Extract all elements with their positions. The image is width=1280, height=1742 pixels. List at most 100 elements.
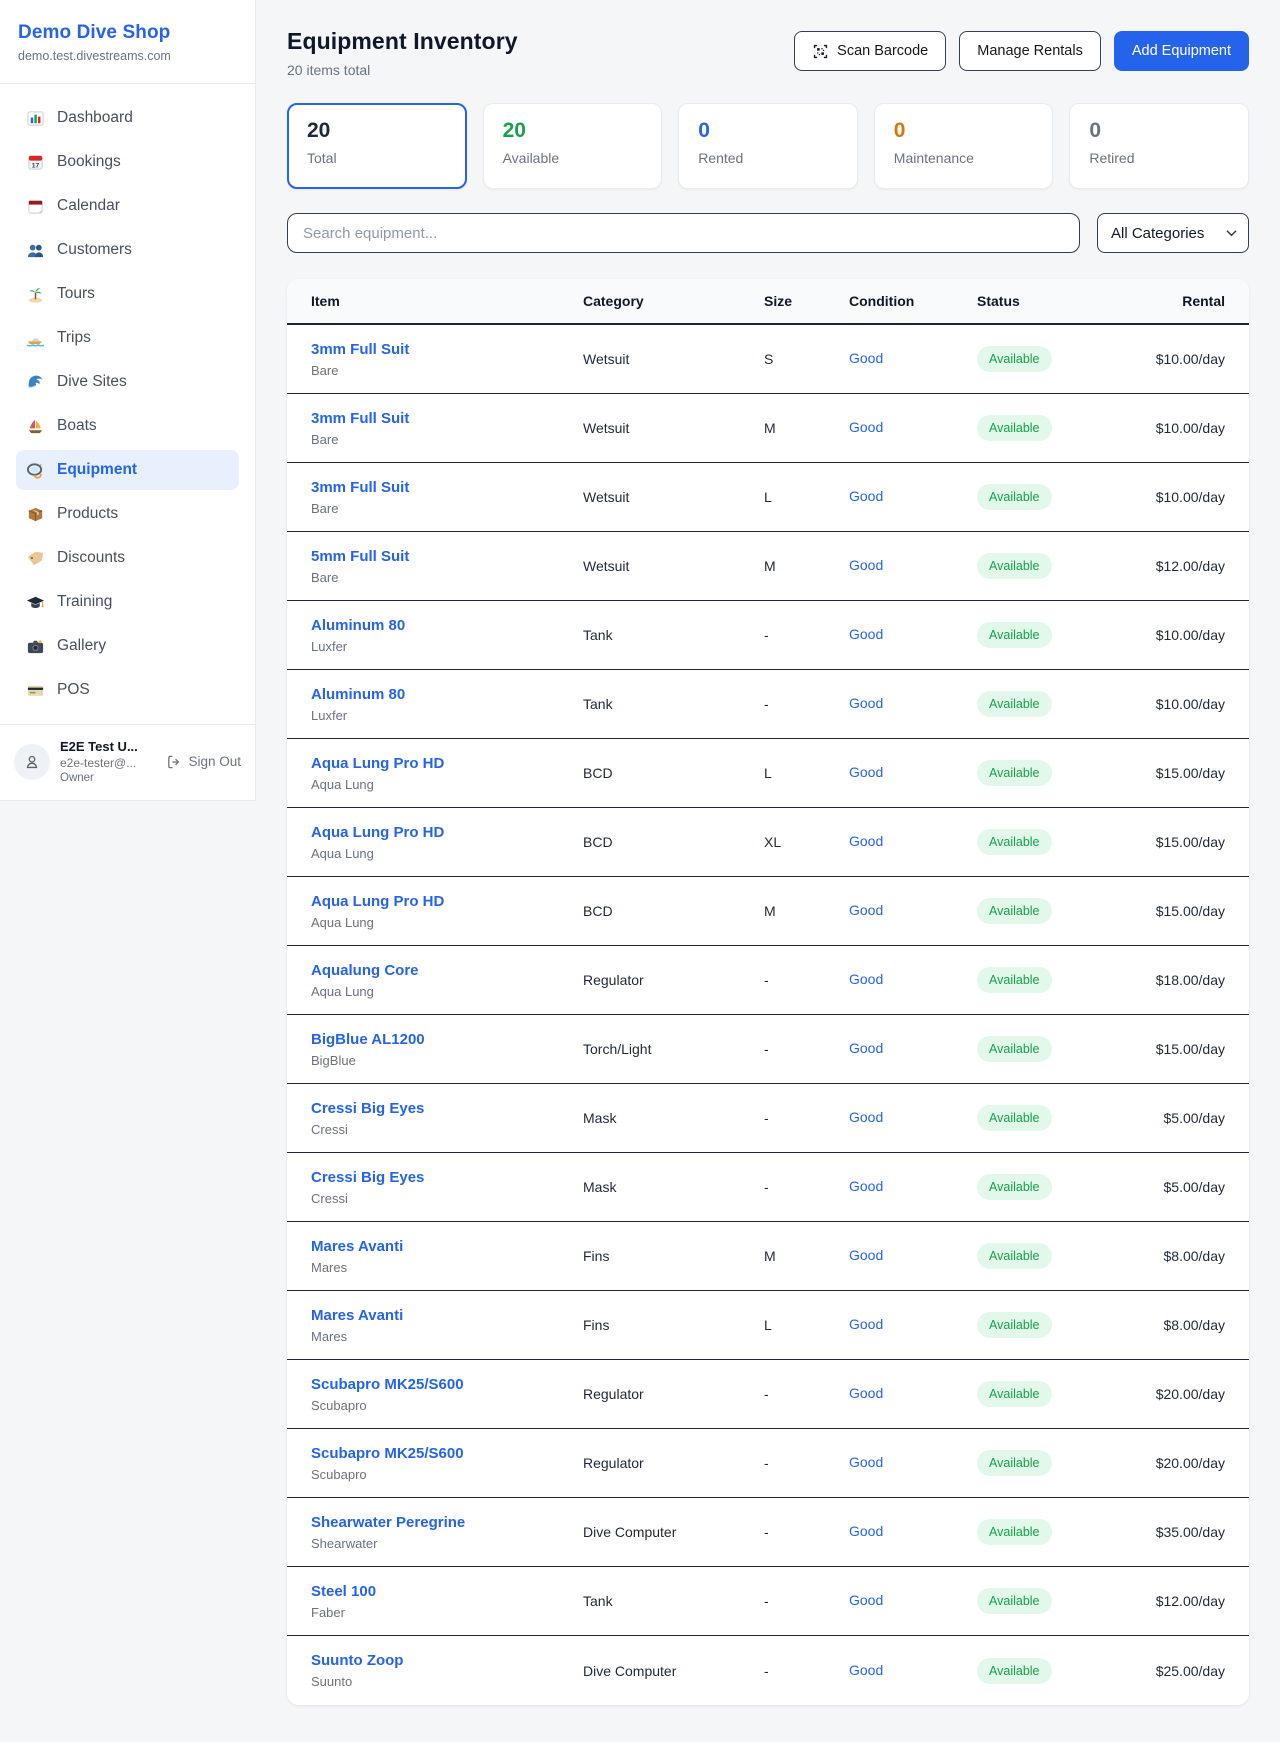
item-name-link[interactable]: Aqua Lung Pro HD	[311, 755, 444, 772]
item-name-link[interactable]: Cressi Big Eyes	[311, 1100, 424, 1117]
sidebar-item-bookings[interactable]: 17 Bookings	[16, 142, 239, 182]
item-category: Regulator	[583, 1455, 764, 1471]
sidebar-item-trips[interactable]: Trips	[16, 318, 239, 358]
table-header-row: Item Category Size Condition Status Rent…	[287, 279, 1249, 325]
condition-link[interactable]: Good	[849, 419, 883, 435]
rental-price: $10.00/day	[1127, 489, 1225, 505]
sidebar-item-equipment[interactable]: Equipment	[16, 450, 239, 490]
table-row: Aluminum 80 Luxfer Tank - Good Available…	[287, 670, 1249, 739]
sign-out-button[interactable]: Sign Out	[166, 754, 241, 770]
sidebar-item-calendar[interactable]: Calendar	[16, 186, 239, 226]
item-name-link[interactable]: 3mm Full Suit	[311, 341, 409, 358]
item-name-link[interactable]: Scubapro MK25/S600	[311, 1376, 464, 1393]
item-name-link[interactable]: Mares Avanti	[311, 1238, 403, 1255]
condition-link[interactable]: Good	[849, 1109, 883, 1125]
table-row: Steel 100 Faber Tank - Good Available $1…	[287, 1567, 1249, 1636]
item-cell: Cressi Big Eyes Cressi	[311, 1100, 583, 1137]
condition-link[interactable]: Good	[849, 764, 883, 780]
condition-link[interactable]: Good	[849, 1385, 883, 1401]
sidebar-item-pos[interactable]: POS	[16, 670, 239, 710]
app-root: Demo Dive Shop demo.test.divestreams.com…	[0, 0, 1280, 1737]
item-size: -	[764, 1593, 849, 1609]
item-name-link[interactable]: 5mm Full Suit	[311, 548, 409, 565]
item-name-link[interactable]: Cressi Big Eyes	[311, 1169, 424, 1186]
sidebar-item-dive-sites[interactable]: Dive Sites	[16, 362, 239, 402]
condition-link[interactable]: Good	[849, 1316, 883, 1332]
sidebar-item-boats[interactable]: Boats	[16, 406, 239, 446]
item-name-link[interactable]: Aqua Lung Pro HD	[311, 893, 444, 910]
condition-link[interactable]: Good	[849, 626, 883, 642]
sidebar-item-tours[interactable]: Tours	[16, 274, 239, 314]
category-select[interactable]: All Categories	[1097, 213, 1249, 253]
grad-cap-icon	[26, 593, 45, 612]
item-name-link[interactable]: Aqua Lung Pro HD	[311, 824, 444, 841]
item-name-link[interactable]: Aluminum 80	[311, 686, 405, 703]
condition-link[interactable]: Good	[849, 971, 883, 987]
item-name-link[interactable]: Steel 100	[311, 1583, 376, 1600]
condition-link[interactable]: Good	[849, 350, 883, 366]
table-row: Scubapro MK25/S600 Scubapro Regulator - …	[287, 1429, 1249, 1498]
item-name-link[interactable]: 3mm Full Suit	[311, 410, 409, 427]
item-name-link[interactable]: Mares Avanti	[311, 1307, 403, 1324]
status-badge: Available	[977, 1174, 1052, 1200]
add-equipment-button[interactable]: Add Equipment	[1114, 31, 1249, 71]
item-size: -	[764, 1455, 849, 1471]
item-category: Torch/Light	[583, 1041, 764, 1057]
stat-card-retired[interactable]: 0 Retired	[1069, 103, 1249, 189]
condition-link[interactable]: Good	[849, 557, 883, 573]
condition-link[interactable]: Good	[849, 1523, 883, 1539]
condition-link[interactable]: Good	[849, 1040, 883, 1056]
item-brand: Mares	[311, 1260, 583, 1275]
stat-card-available[interactable]: 20 Available	[483, 103, 663, 189]
user-info: E2E Test U... e2e-tester@... Owner	[60, 739, 156, 784]
item-brand: Bare	[311, 432, 583, 447]
sidebar-nav: Dashboard 17 Bookings Calendar Customers…	[0, 84, 255, 724]
item-category: BCD	[583, 834, 764, 850]
sidebar-item-dashboard[interactable]: Dashboard	[16, 98, 239, 138]
tag-icon	[26, 549, 45, 568]
rental-price: $12.00/day	[1127, 558, 1225, 574]
sidebar-item-label: Dashboard	[57, 109, 133, 127]
rental-price: $20.00/day	[1127, 1386, 1225, 1402]
condition-link[interactable]: Good	[849, 1662, 883, 1678]
column-header-category: Category	[583, 293, 764, 309]
item-name-link[interactable]: BigBlue AL1200	[311, 1031, 425, 1048]
palm-island-icon	[26, 285, 45, 304]
manage-rentals-button[interactable]: Manage Rentals	[959, 31, 1101, 71]
brand-name: Demo Dive Shop	[18, 22, 235, 44]
condition-link[interactable]: Good	[849, 695, 883, 711]
sidebar-item-training[interactable]: Training	[16, 582, 239, 622]
scan-barcode-button[interactable]: Scan Barcode	[794, 31, 946, 71]
page-header: Equipment Inventory 20 items total Scan …	[287, 28, 1249, 78]
status-badge: Available	[977, 1105, 1052, 1131]
status-badge: Available	[977, 1450, 1052, 1476]
sidebar-item-gallery[interactable]: Gallery	[16, 626, 239, 666]
condition-link[interactable]: Good	[849, 833, 883, 849]
sidebar-item-products[interactable]: Products	[16, 494, 239, 534]
search-input[interactable]	[287, 213, 1080, 253]
stat-card-maintenance[interactable]: 0 Maintenance	[874, 103, 1054, 189]
sidebar-item-customers[interactable]: Customers	[16, 230, 239, 270]
condition-link[interactable]: Good	[849, 1178, 883, 1194]
condition-link[interactable]: Good	[849, 1247, 883, 1263]
condition-link[interactable]: Good	[849, 1592, 883, 1608]
item-category: Wetsuit	[583, 351, 764, 367]
item-name-link[interactable]: Aqualung Core	[311, 962, 419, 979]
item-name-link[interactable]: 3mm Full Suit	[311, 479, 409, 496]
stat-card-total[interactable]: 20 Total	[287, 103, 467, 189]
item-category: Regulator	[583, 1386, 764, 1402]
condition-link[interactable]: Good	[849, 902, 883, 918]
condition-link[interactable]: Good	[849, 488, 883, 504]
stat-card-rented[interactable]: 0 Rented	[678, 103, 858, 189]
item-brand: Bare	[311, 363, 583, 378]
item-name-link[interactable]: Suunto Zoop	[311, 1652, 403, 1669]
main-content: Equipment Inventory 20 items total Scan …	[256, 0, 1280, 1737]
item-brand: Aqua Lung	[311, 846, 583, 861]
sidebar-item-discounts[interactable]: Discounts	[16, 538, 239, 578]
condition-link[interactable]: Good	[849, 1454, 883, 1470]
item-name-link[interactable]: Scubapro MK25/S600	[311, 1445, 464, 1462]
item-name-link[interactable]: Shearwater Peregrine	[311, 1514, 465, 1531]
sidebar-item-label: Dive Sites	[57, 373, 127, 391]
item-name-link[interactable]: Aluminum 80	[311, 617, 405, 634]
item-brand: BigBlue	[311, 1053, 583, 1068]
